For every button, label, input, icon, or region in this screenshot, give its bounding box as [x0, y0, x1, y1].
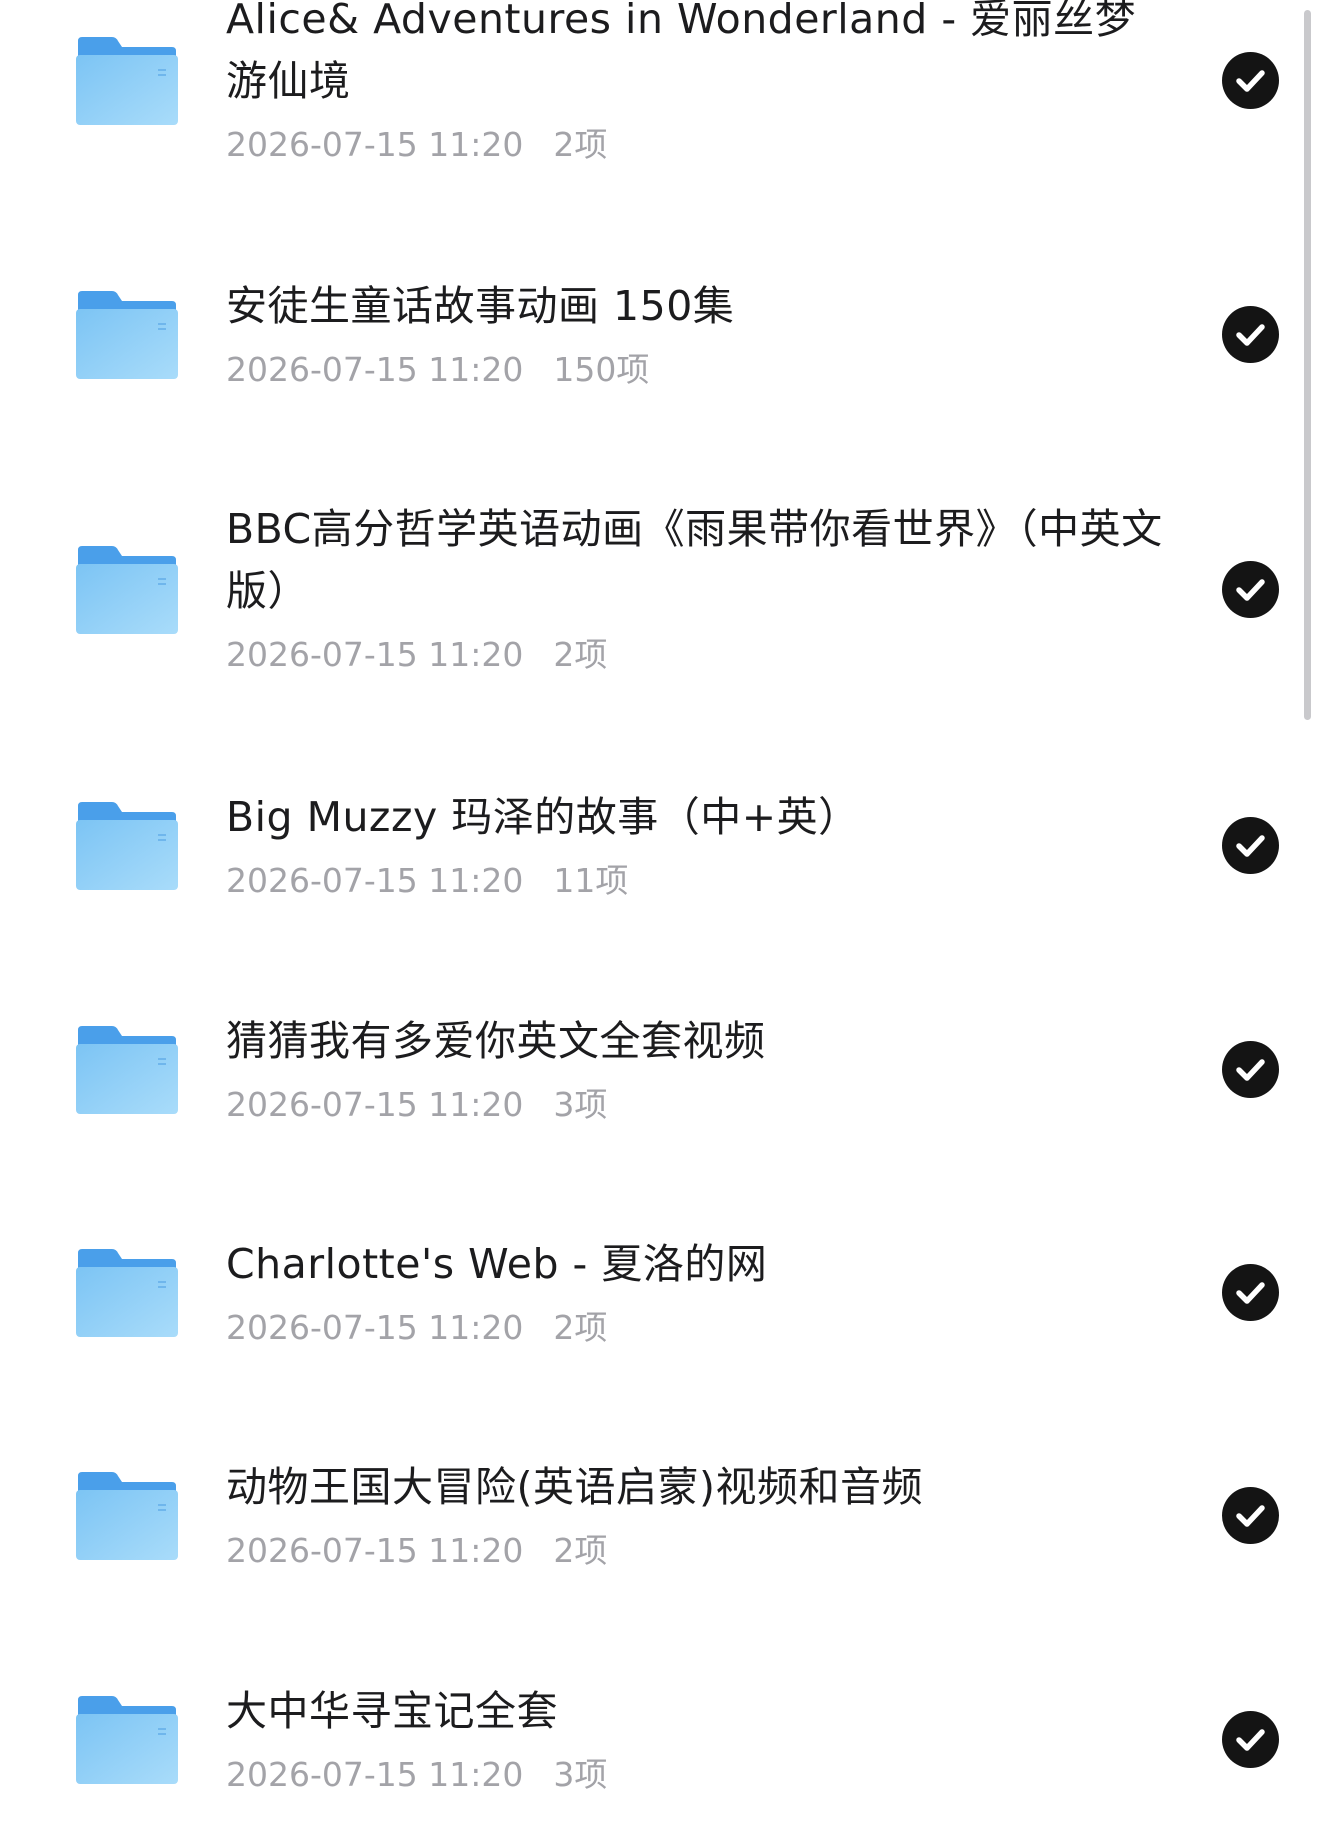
folder-date: 2026-07-15 11:20	[226, 125, 524, 164]
folder-name: BBC高分哲学英语动画《雨果带你看世界》（中英文版）	[226, 505, 1163, 615]
folder-name: Big Muzzy 玛泽的故事（中+英）	[226, 793, 860, 841]
folder-meta: 2026-07-15 11:20 3项	[226, 1082, 1166, 1128]
folder-list: Alice& Adventures in Wonderland - 爱丽丝梦游仙…	[0, 0, 1320, 1821]
folder-item-count: 2项	[553, 1308, 608, 1347]
folder-item-count: 3项	[553, 1755, 608, 1794]
checkmark-circle-icon[interactable]	[1222, 1041, 1279, 1098]
folder-name: 猜猜我有多爱你英文全套视频	[226, 1017, 766, 1065]
checkmark-circle-icon[interactable]	[1222, 52, 1279, 109]
folder-date: 2026-07-15 11:20	[226, 1308, 524, 1347]
folder-icon	[74, 35, 180, 127]
checkmark-circle-icon[interactable]	[1222, 306, 1279, 363]
folder-icon	[74, 1694, 180, 1786]
scrollbar[interactable]	[1304, 10, 1311, 720]
folder-icon	[74, 800, 180, 892]
folder-item-count: 3项	[553, 1085, 608, 1124]
folder-item-count: 2项	[553, 635, 608, 674]
folder-name: Alice& Adventures in Wonderland - 爱丽丝梦游仙…	[226, 0, 1137, 105]
folder-date: 2026-07-15 11:20	[226, 635, 524, 674]
folder-item-count: 150项	[553, 350, 650, 389]
folder-name: 动物王国大冒险(英语启蒙)视频和音频	[226, 1463, 923, 1511]
checkmark-circle-icon[interactable]	[1222, 1487, 1279, 1544]
folder-icon	[74, 1024, 180, 1116]
checkmark-circle-icon[interactable]	[1222, 817, 1279, 874]
folder-meta: 2026-07-15 11:20 150项	[226, 347, 1166, 393]
folder-item-count: 11项	[553, 861, 629, 900]
checkmark-circle-icon[interactable]	[1222, 1264, 1279, 1321]
folder-name: Charlotte's Web - 夏洛的网	[226, 1240, 768, 1288]
folder-meta: 2026-07-15 11:20 3项	[226, 1752, 1166, 1798]
checkmark-circle-icon[interactable]	[1222, 561, 1279, 618]
folder-item-count: 2项	[553, 1531, 608, 1570]
folder-meta: 2026-07-15 11:20 2项	[226, 122, 1166, 168]
folder-name: 安徒生童话故事动画 150集	[226, 282, 735, 330]
folder-date: 2026-07-15 11:20	[226, 861, 524, 900]
folder-name: 大中华寻宝记全套	[226, 1687, 558, 1735]
folder-item-count: 2项	[553, 125, 608, 164]
folder-date: 2026-07-15 11:20	[226, 1085, 524, 1124]
folder-icon	[74, 544, 180, 636]
folder-date: 2026-07-15 11:20	[226, 1755, 524, 1794]
folder-meta: 2026-07-15 11:20 2项	[226, 1305, 1166, 1351]
folder-meta: 2026-07-15 11:20 2项	[226, 1528, 1166, 1574]
folder-date: 2026-07-15 11:20	[226, 1531, 524, 1570]
folder-meta: 2026-07-15 11:20 2项	[226, 632, 1166, 678]
folder-icon	[74, 1470, 180, 1562]
folder-icon	[74, 289, 180, 381]
checkmark-circle-icon[interactable]	[1222, 1711, 1279, 1768]
folder-date: 2026-07-15 11:20	[226, 350, 524, 389]
folder-meta: 2026-07-15 11:20 11项	[226, 858, 1166, 904]
folder-icon	[74, 1247, 180, 1339]
